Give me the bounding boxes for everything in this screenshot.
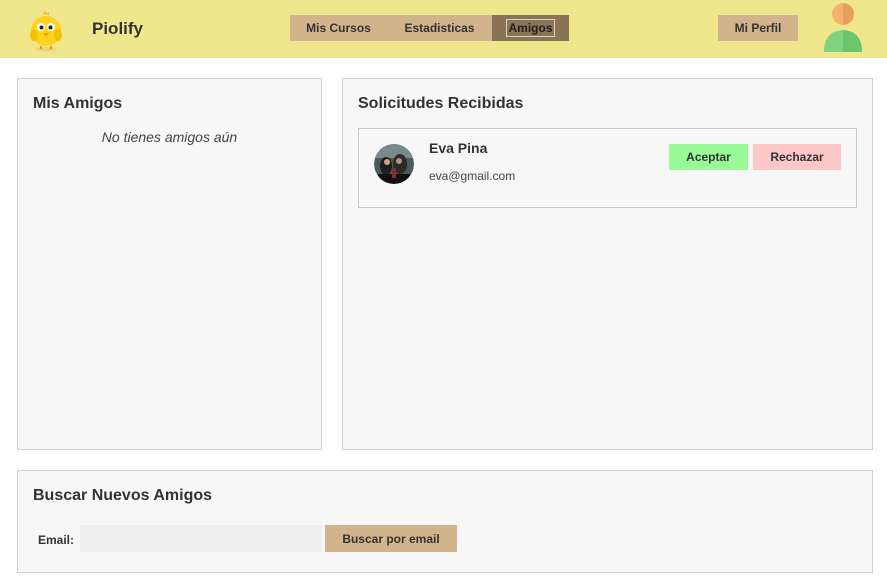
friends-panel: Mis Amigos No tienes amigos aún <box>17 78 322 450</box>
requests-panel: Solicitudes Recibidas Eva Pina eva@gmail… <box>342 78 873 450</box>
nav-tab-amigos[interactable]: Amigos <box>492 15 569 41</box>
search-by-email-button[interactable]: Buscar por email <box>325 525 457 552</box>
nav-tab-label: Amigos <box>506 19 555 37</box>
nav-tab-estadisticas[interactable]: Estadisticas <box>387 15 492 41</box>
friends-title: Mis Amigos <box>33 95 123 112</box>
nav-tab-mis-cursos[interactable]: Mis Cursos <box>290 15 387 41</box>
user-avatar-icon[interactable] <box>822 3 864 53</box>
profile-button[interactable]: Mi Perfil <box>718 15 798 41</box>
email-input[interactable] <box>80 525 322 552</box>
email-label: Email: <box>38 533 75 547</box>
friends-empty-text: No tienes amigos aún <box>101 129 238 145</box>
request-avatar <box>374 144 414 184</box>
reject-button[interactable]: Rechazar <box>753 144 841 170</box>
search-panel: Buscar Nuevos Amigos Email: Buscar por e… <box>17 470 873 573</box>
top-bar: Piolify Mis Cursos Estadisticas Amigos M… <box>0 0 887 58</box>
nav-tab-label: Mis Cursos <box>306 21 371 35</box>
request-email: eva@gmail.com <box>429 169 516 183</box>
request-name: Eva Pina <box>429 140 488 156</box>
search-title: Buscar Nuevos Amigos <box>33 487 213 504</box>
accept-button[interactable]: Aceptar <box>669 144 748 170</box>
chick-logo-icon[interactable] <box>26 9 66 51</box>
requests-title: Solicitudes Recibidas <box>358 95 524 112</box>
nav-tab-label: Estadisticas <box>404 21 475 35</box>
request-card: Eva Pina eva@gmail.com Aceptar Rechazar <box>358 128 857 208</box>
brand-name: Piolify <box>92 19 144 38</box>
main-nav: Mis Cursos Estadisticas Amigos <box>290 15 569 41</box>
